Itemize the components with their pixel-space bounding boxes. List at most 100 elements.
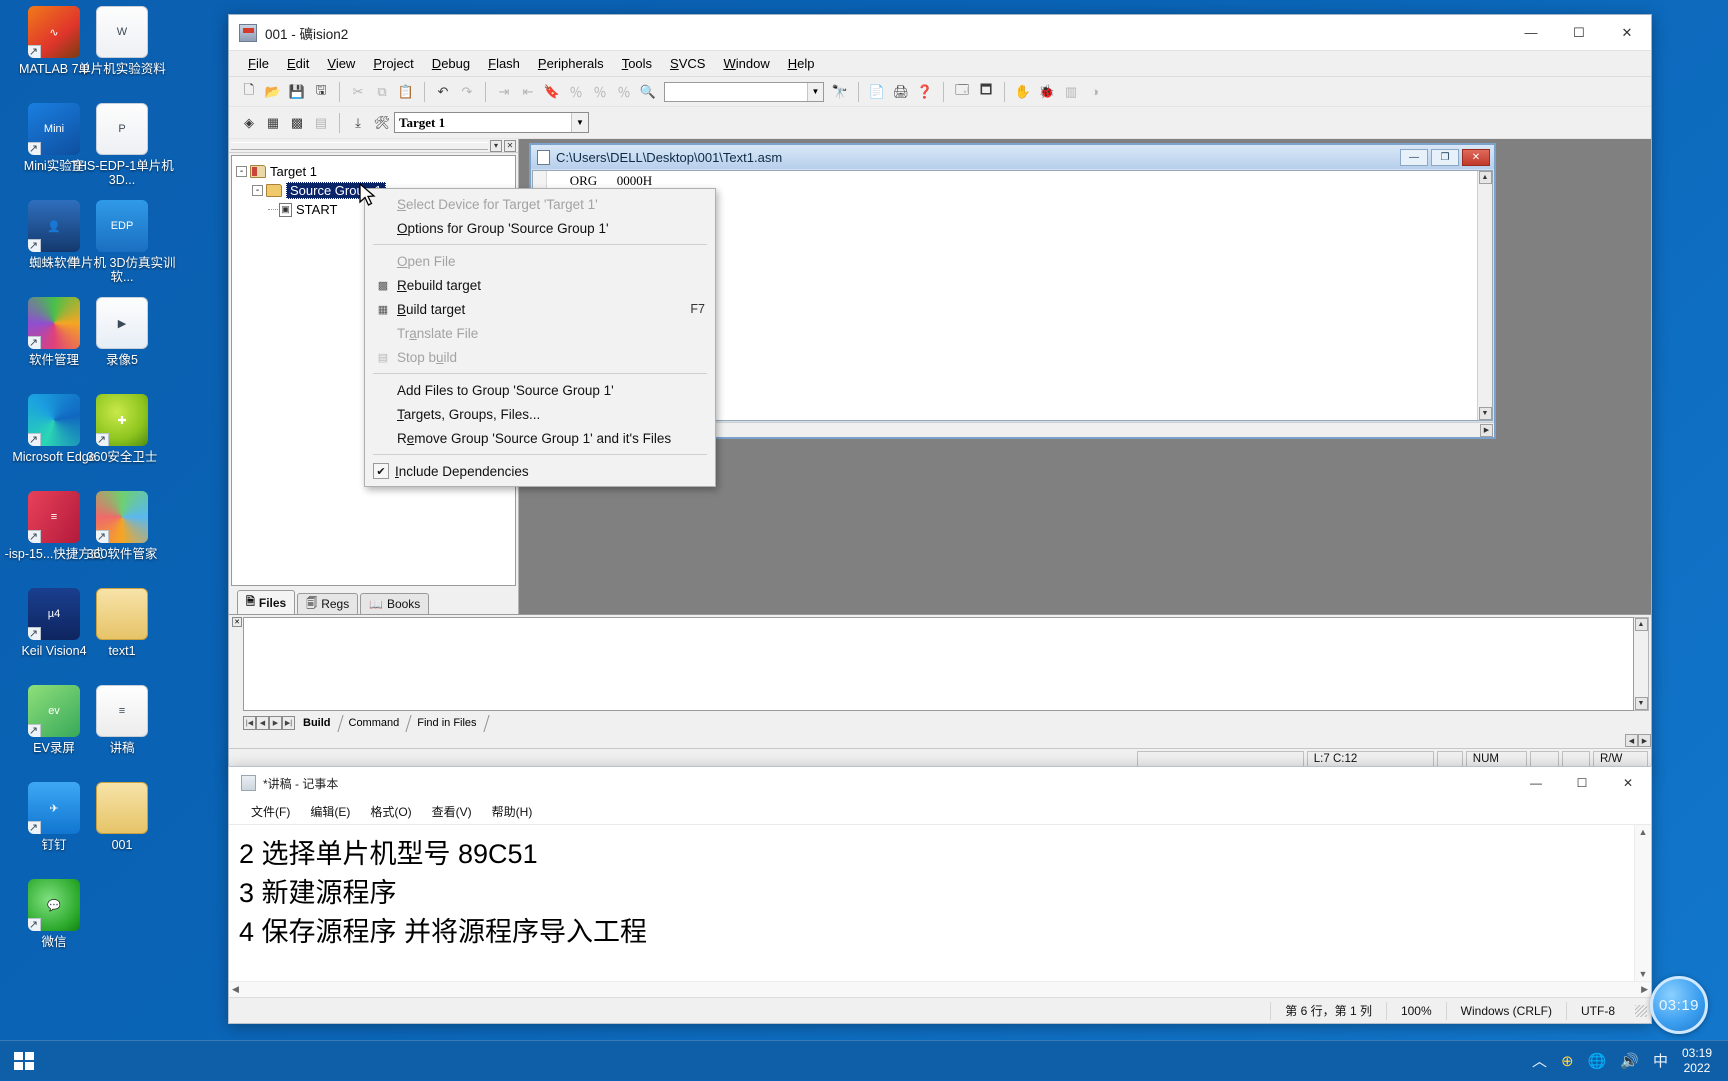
output-vertical-scrollbar[interactable]: ▲ ▼	[1634, 617, 1649, 711]
project-context-menu[interactable]: Select Device for Target 'Target 1' Optio…	[364, 188, 716, 487]
keil-menu-help[interactable]: Help	[779, 53, 824, 74]
project-window-toggle-icon[interactable]: 🗔	[950, 80, 974, 104]
keil-build-toolbar[interactable]: ◈ ▦ ▩ ▤ ⤓ 🛠 Target 1 ▼	[229, 107, 1651, 139]
debug-run-icon[interactable]: ▥	[1059, 80, 1083, 104]
context-menu-item-options-for-group-source-group-1[interactable]: Options for Group 'Source Group 1'	[365, 216, 715, 240]
scroll-up-icon[interactable]: ▲	[1639, 825, 1648, 839]
desktop-icon-edp-app-icon[interactable]: EDP 单片机 3D仿真实训软...	[68, 196, 176, 291]
keil-menubar[interactable]: File Edit View Project Debug Flash Peripherals…	[229, 51, 1651, 77]
editor-close-button[interactable]: ✕	[1462, 148, 1490, 166]
rebuild-all-icon[interactable]: ▩	[285, 111, 309, 135]
output-tab-build[interactable]: Build	[295, 716, 341, 730]
project-window-tabs[interactable]: 🗎 Files 🗐 Regs 📖 Books	[229, 588, 518, 614]
notepad-menu-v[interactable]: 查看(V)	[422, 801, 482, 822]
notepad-horizontal-scrollbar[interactable]: ◀ ▶	[229, 981, 1651, 997]
context-menu-item-stop-build[interactable]: ▤ Stop build	[365, 345, 715, 369]
desktop-icon-folder-icon[interactable]: 001	[68, 778, 176, 873]
keil-close-button[interactable]: ✕	[1603, 15, 1651, 51]
open-file-icon[interactable]: 📂	[261, 80, 285, 104]
bookmark-next-icon[interactable]: ％	[588, 80, 612, 104]
insert-file-icon[interactable]: 📄	[865, 80, 889, 104]
tree-expander-icon[interactable]: -	[252, 185, 263, 196]
desktop-icon-pdf-file-icon[interactable]: P THS-EDP-1单片机3D...	[68, 99, 176, 194]
notepad-menu-e[interactable]: 编辑(E)	[300, 801, 360, 822]
save-all-icon[interactable]: 🖫	[309, 80, 333, 104]
tree-expander-icon[interactable]: -	[236, 166, 247, 177]
scroll-up-icon[interactable]: ▲	[1634, 618, 1648, 631]
keil-minimize-button[interactable]: —	[1507, 15, 1555, 51]
print-icon[interactable]: 🖨	[889, 80, 913, 104]
notepad-text-area[interactable]: 2 选择单片机型号 89C51 3 新建源程序 4 保存源程序 并将源程序导入工…	[229, 825, 1634, 981]
notepad-window[interactable]: *讲稿 - 记事本 — ☐ ✕ 文件(F) 编辑(E) 格式(O) 查看(V) 帮助(H…	[228, 766, 1652, 1024]
chevron-down-icon[interactable]: ▼	[571, 113, 588, 132]
keil-menu-edit[interactable]: Edit	[278, 53, 318, 74]
keil-menu-flash[interactable]: Flash	[479, 53, 529, 74]
find-combo[interactable]: ▼	[664, 81, 824, 102]
keil-file-toolbar[interactable]: 🗋 📂 💾 🖫 ✂ ⧉ 📋 ↶ ↷ ⇥ ⇤ 🔖 ％ ％ ％ 🔍 ▼ 🔭 📄 🖨 …	[229, 77, 1651, 107]
new-file-icon[interactable]: 🗋	[237, 80, 261, 104]
output-nav-button-3[interactable]: ▶|	[282, 716, 295, 730]
scroll-right-icon[interactable]: ▶	[1480, 423, 1493, 437]
project-tab-regs[interactable]: 🗐 Regs	[297, 593, 359, 614]
desktop-icon-video-file-icon[interactable]: ▶ 录像5	[68, 293, 176, 388]
desktop-icon-360-safe-icon[interactable]: ✚ ↗ 360安全卫士	[68, 390, 176, 485]
taskbar-clock[interactable]: 03:19 2022	[1682, 1046, 1718, 1076]
ime-indicator[interactable]: 中	[1653, 1050, 1668, 1071]
context-menu-item-include-dependencies[interactable]: ✔ Include Dependencies	[365, 459, 715, 483]
translate-file-icon[interactable]: ◈	[237, 111, 261, 135]
keil-menu-view[interactable]: View	[318, 53, 364, 74]
keil-maximize-button[interactable]: ☐	[1555, 15, 1603, 51]
project-tree-item[interactable]: - Target 1	[236, 162, 511, 181]
help-icon[interactable]: ❓	[913, 80, 937, 104]
keil-menu-debug[interactable]: Debug	[423, 53, 479, 74]
keil-menu-file[interactable]: File	[239, 53, 278, 74]
bookmark-clear-icon[interactable]: ％	[612, 80, 636, 104]
editor-titlebar[interactable]: C:\Users\DELL\Desktop\001\Text1.asm — ❐ …	[531, 145, 1494, 169]
output-text[interactable]	[243, 617, 1634, 711]
stop-build-icon[interactable]: ▤	[309, 111, 333, 135]
desktop-icon-360-software-manager-icon[interactable]: ↗ 360软件管家	[68, 487, 176, 582]
chevron-down-icon[interactable]: ▼	[807, 82, 823, 101]
keil-menu-tools[interactable]: Tools	[613, 53, 661, 74]
scroll-down-icon[interactable]: ▼	[1639, 967, 1648, 981]
scroll-down-icon[interactable]: ▼	[1634, 697, 1648, 710]
target-select[interactable]: Target 1 ▼	[394, 112, 589, 133]
project-window-menu-icon[interactable]: ▾	[490, 139, 502, 152]
bookmark-toggle-icon[interactable]: 🔖	[540, 80, 564, 104]
debug-watch-icon[interactable]: ◑	[1083, 80, 1107, 104]
desktop-icon-wechat-icon[interactable]: 💬 ↗ 微信	[0, 875, 108, 970]
notepad-maximize-button[interactable]: ☐	[1559, 767, 1605, 799]
copy-icon[interactable]: ⧉	[370, 80, 394, 104]
speaker-icon[interactable]: 🔊	[1620, 1052, 1639, 1070]
redo-icon[interactable]: ↷	[455, 80, 479, 104]
notepad-titlebar[interactable]: *讲稿 - 记事本 — ☐ ✕	[229, 767, 1651, 799]
desktop-icon-folder-icon[interactable]: text1	[68, 584, 176, 679]
scroll-left-icon[interactable]: ◀	[1625, 734, 1638, 747]
paste-icon[interactable]: 📋	[394, 80, 418, 104]
scroll-down-icon[interactable]: ▼	[1478, 407, 1492, 420]
desktop[interactable]: ∿ ↗ MATLAB 7.0 Mini ↗ Mini实验室 👤 ↗ 蜘蛛软件 ↗ 软件管理 ↗ Micr…	[0, 0, 1728, 1080]
editor-vertical-scrollbar[interactable]: ▲ ▼	[1477, 171, 1492, 420]
notepad-menubar[interactable]: 文件(F) 编辑(E) 格式(O) 查看(V) 帮助(H)	[229, 799, 1651, 825]
show-hidden-icons-icon[interactable]: ︿	[1532, 1050, 1547, 1071]
scroll-right-icon[interactable]: ▶	[1638, 734, 1651, 747]
context-menu-item-add-files-to-group-source-group-1[interactable]: Add Files to Group 'Source Group 1'	[365, 378, 715, 402]
find-in-files-icon[interactable]: 🔍	[636, 80, 660, 104]
keil-menu-peripherals[interactable]: Peripherals	[529, 53, 613, 74]
output-nav-button-1[interactable]: ◀	[256, 716, 269, 730]
output-nav-button-0[interactable]: |◀	[243, 716, 256, 730]
debug-hand-icon[interactable]: ✋	[1011, 80, 1035, 104]
scroll-up-icon[interactable]: ▲	[1478, 171, 1492, 184]
context-menu-item-select-device-for-target-target-1[interactable]: Select Device for Target 'Target 1'	[365, 192, 715, 216]
context-menu-item-targets-groups-files[interactable]: Targets, Groups, Files...	[365, 402, 715, 426]
output-horizontal-scrollbar[interactable]: ◀ ▶	[229, 733, 1651, 748]
output-nav-button-2[interactable]: ▶	[269, 716, 282, 730]
notepad-menu-h[interactable]: 帮助(H)	[482, 801, 543, 822]
cut-icon[interactable]: ✂	[346, 80, 370, 104]
start-button[interactable]	[0, 1041, 48, 1081]
desktop-icon-word-doc-folder-icon[interactable]: W 单片机实验资料	[68, 2, 176, 97]
project-tab-books[interactable]: 📖 Books	[360, 593, 430, 614]
notepad-menu-f[interactable]: 文件(F)	[241, 801, 300, 822]
output-close-icon[interactable]: ✕	[232, 617, 242, 627]
360-shield-tray-icon[interactable]: ⊕	[1561, 1052, 1574, 1070]
